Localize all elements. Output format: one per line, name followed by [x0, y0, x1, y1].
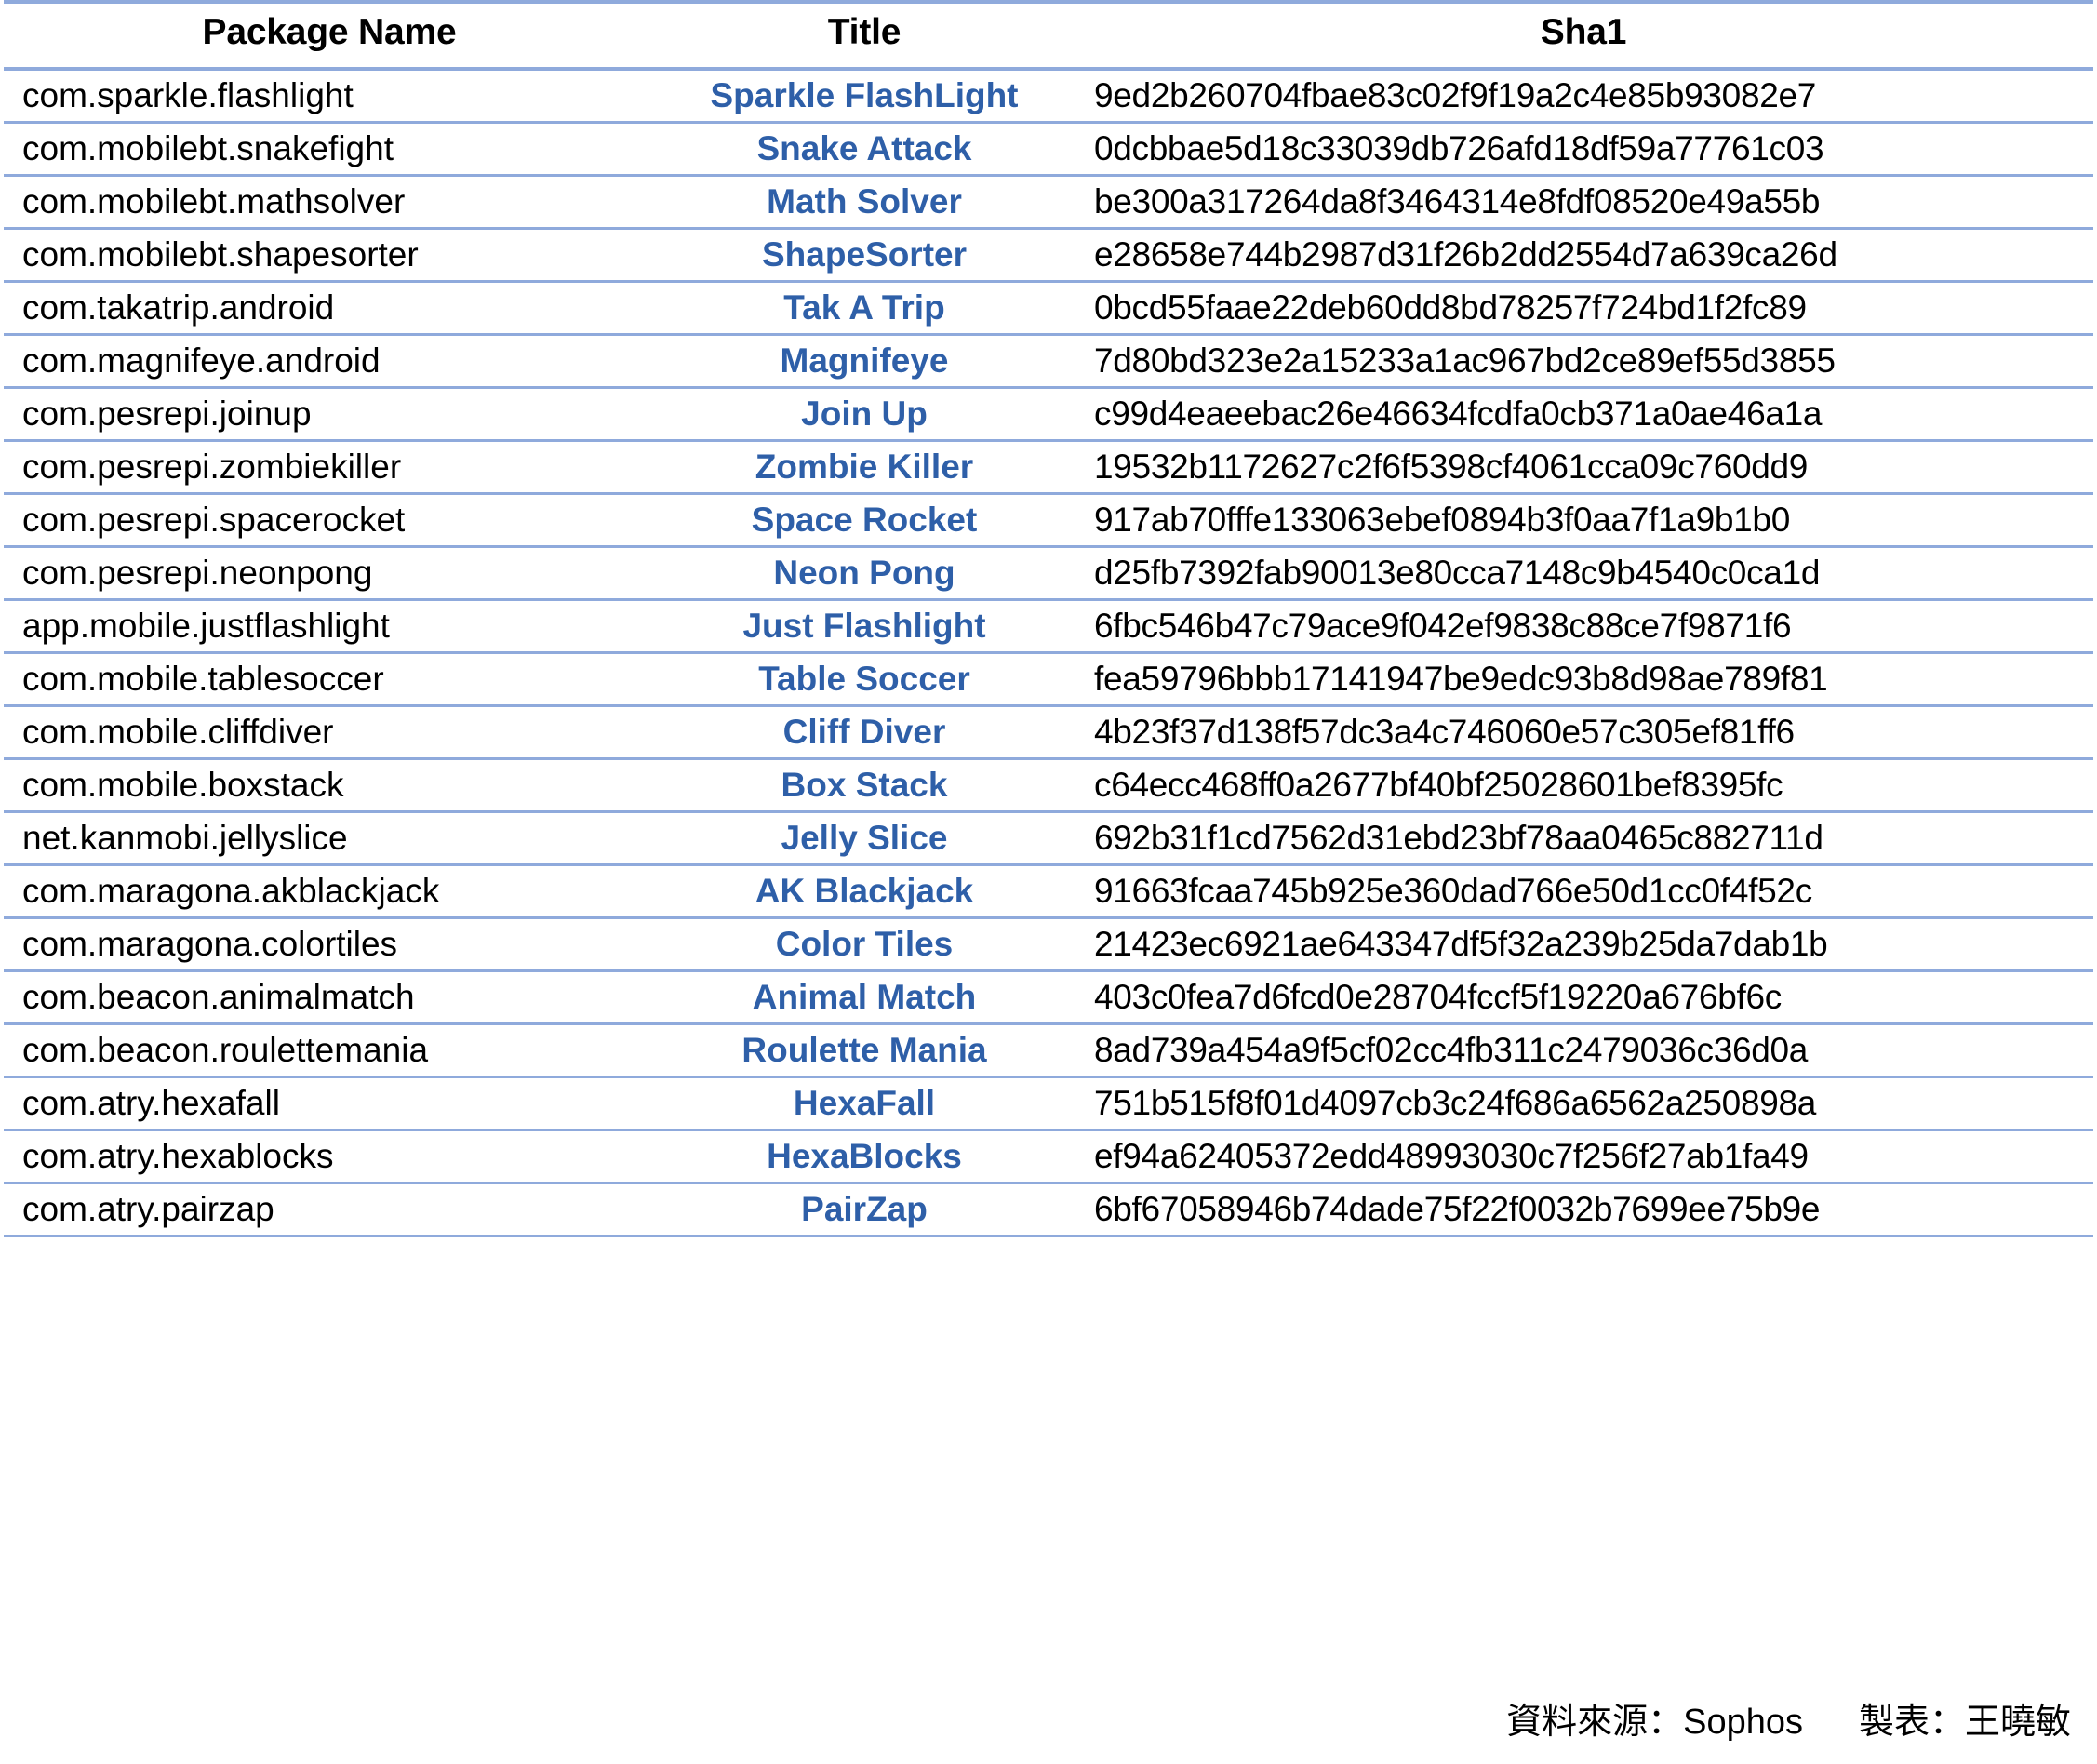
table-row: com.maragona.akblackjack AK Blackjack 9166…: [4, 864, 2093, 919]
package-table: Package Name Title Sha1 com.sparkle.flas…: [4, 0, 2093, 1237]
table-row: com.pesrepi.joinup Join Up c99d4eaeebac26e…: [4, 387, 2093, 442]
table-row: com.mobilebt.shapesorter ShapeSorter e2865…: [4, 228, 2093, 283]
cell-sha1: 0bcd55faae22deb60dd8bd78257f724bd1f2fc89: [1074, 281, 2093, 336]
cell-package-name: com.mobilebt.shapesorter: [4, 228, 655, 283]
column-header-sha1: Sha1: [1074, 0, 2093, 71]
cell-sha1: 6bf67058946b74dade75f22f0032b7699ee75b9e: [1074, 1183, 2093, 1237]
cell-package-name: com.beacon.animalmatch: [4, 970, 655, 1025]
cell-package-name: com.pesrepi.spacerocket: [4, 493, 655, 548]
cell-title: Neon Pong: [655, 546, 1074, 601]
table-row: com.pesrepi.neonpong Neon Pong d25fb7392fa…: [4, 546, 2093, 601]
cell-sha1: 19532b1172627c2f6f5398cf4061cca09c760dd9: [1074, 440, 2093, 495]
cell-title: Just Flashlight: [655, 599, 1074, 654]
footer-caption: 資料來源：Sophos 製表：王曉敏: [1506, 1692, 2071, 1744]
cell-sha1: d25fb7392fab90013e80cca7148c9b4540c0ca1d: [1074, 546, 2093, 601]
cell-sha1: 7d80bd323e2a15233a1ac967bd2ce89ef55d3855: [1074, 334, 2093, 389]
table-row: com.atry.hexablocks HexaBlocks ef94a624053…: [4, 1129, 2093, 1184]
cell-package-name: com.mobile.cliffdiver: [4, 705, 655, 760]
table-row: app.mobile.justflashlight Just Flashlight…: [4, 599, 2093, 654]
cell-sha1: 751b515f8f01d4097cb3c24f686a6562a250898a: [1074, 1076, 2093, 1131]
column-header-title: Title: [655, 0, 1074, 71]
table-row: com.mobile.tablesoccer Table Soccer fea597…: [4, 652, 2093, 707]
cell-sha1: 403c0fea7d6fcd0e28704fccf5f19220a676bf6c: [1074, 970, 2093, 1025]
cell-package-name: com.pesrepi.neonpong: [4, 546, 655, 601]
cell-package-name: com.atry.pairzap: [4, 1183, 655, 1237]
cell-package-name: com.mobile.boxstack: [4, 758, 655, 813]
table-row: com.beacon.roulettemania Roulette Mania 8a…: [4, 1023, 2093, 1078]
table-sheet: Package Name Title Sha1 com.sparkle.flas…: [0, 0, 2097, 1764]
cell-package-name: com.magnifeye.android: [4, 334, 655, 389]
table-row: com.maragona.colortiles Color Tiles 21423e…: [4, 917, 2093, 972]
cell-package-name: com.atry.hexafall: [4, 1076, 655, 1131]
cell-package-name: com.pesrepi.zombiekiller: [4, 440, 655, 495]
cell-package-name: com.mobile.tablesoccer: [4, 652, 655, 707]
cell-title: Animal Match: [655, 970, 1074, 1025]
cell-sha1: 91663fcaa745b925e360dad766e50d1cc0f4f52c: [1074, 864, 2093, 919]
cell-title: Tak A Trip: [655, 281, 1074, 336]
table-row: com.mobile.boxstack Box Stack c64ecc468ff0…: [4, 758, 2093, 813]
cell-package-name: net.kanmobi.jellyslice: [4, 811, 655, 866]
cell-package-name: com.takatrip.android: [4, 281, 655, 336]
cell-sha1: c99d4eaeebac26e46634fcdfa0cb371a0ae46a1a: [1074, 387, 2093, 442]
table-row: net.kanmobi.jellyslice Jelly Slice 692b31f…: [4, 811, 2093, 866]
cell-package-name: app.mobile.justflashlight: [4, 599, 655, 654]
cell-title: AK Blackjack: [655, 864, 1074, 919]
table-row: com.mobilebt.mathsolver Math Solver be300a…: [4, 175, 2093, 230]
cell-title: Cliff Diver: [655, 705, 1074, 760]
cell-title: HexaFall: [655, 1076, 1074, 1131]
table-row: com.takatrip.android Tak A Trip 0bcd55faae…: [4, 281, 2093, 336]
cell-title: Snake Attack: [655, 122, 1074, 177]
table-row: com.sparkle.flashlight Sparkle FlashLight…: [4, 69, 2093, 124]
footer-author: 製表：王曉敏: [1858, 1703, 2071, 1742]
cell-sha1: 4b23f37d138f57dc3a4c746060e57c305ef81ff6: [1074, 705, 2093, 760]
cell-sha1: be300a317264da8f3464314e8fdf08520e49a55b: [1074, 175, 2093, 230]
cell-title: Space Rocket: [655, 493, 1074, 548]
cell-package-name: com.pesrepi.joinup: [4, 387, 655, 442]
cell-package-name: com.maragona.colortiles: [4, 917, 655, 972]
cell-title: Box Stack: [655, 758, 1074, 813]
cell-sha1: 21423ec6921ae643347df5f32a239b25da7dab1b: [1074, 917, 2093, 972]
table-header: Package Name Title Sha1: [4, 0, 2093, 71]
table-row: com.pesrepi.zombiekiller Zombie Killer 195…: [4, 440, 2093, 495]
footer-source: 資料來源：Sophos: [1506, 1703, 1803, 1742]
cell-sha1: 917ab70fffe133063ebef0894b3f0aa7f1a9b1b0: [1074, 493, 2093, 548]
cell-sha1: e28658e744b2987d31f26b2dd2554d7a639ca26d: [1074, 228, 2093, 283]
cell-sha1: 692b31f1cd7562d31ebd23bf78aa0465c882711d: [1074, 811, 2093, 866]
cell-sha1: 6fbc546b47c79ace9f042ef9838c88ce7f9871f6: [1074, 599, 2093, 654]
cell-title: Jelly Slice: [655, 811, 1074, 866]
cell-title: Table Soccer: [655, 652, 1074, 707]
cell-package-name: com.mobilebt.snakefight: [4, 122, 655, 177]
table-row: com.mobile.cliffdiver Cliff Diver 4b23f37d…: [4, 705, 2093, 760]
table-row: com.atry.hexafall HexaFall 751b515f8f01d40…: [4, 1076, 2093, 1131]
cell-sha1: c64ecc468ff0a2677bf40bf25028601bef8395fc: [1074, 758, 2093, 813]
cell-sha1: fea59796bbb17141947be9edc93b8d98ae789f81: [1074, 652, 2093, 707]
cell-package-name: com.mobilebt.mathsolver: [4, 175, 655, 230]
cell-package-name: com.sparkle.flashlight: [4, 69, 655, 124]
cell-sha1: ef94a62405372edd48993030c7f256f27ab1fa49: [1074, 1129, 2093, 1184]
cell-title: Join Up: [655, 387, 1074, 442]
header-row: Package Name Title Sha1: [4, 0, 2093, 71]
cell-package-name: com.maragona.akblackjack: [4, 864, 655, 919]
cell-sha1: 8ad739a454a9f5cf02cc4fb311c2479036c36d0a: [1074, 1023, 2093, 1078]
cell-sha1: 0dcbbae5d18c33039db726afd18df59a77761c03: [1074, 122, 2093, 177]
cell-sha1: 9ed2b260704fbae83c02f9f19a2c4e85b93082e7: [1074, 69, 2093, 124]
cell-title: ShapeSorter: [655, 228, 1074, 283]
table-row: com.magnifeye.android Magnifeye 7d80bd323e…: [4, 334, 2093, 389]
column-header-package-name: Package Name: [4, 0, 655, 71]
cell-title: Color Tiles: [655, 917, 1074, 972]
cell-title: Math Solver: [655, 175, 1074, 230]
cell-title: Sparkle FlashLight: [655, 69, 1074, 124]
table-row: com.pesrepi.spacerocket Space Rocket 917ab…: [4, 493, 2093, 548]
cell-title: HexaBlocks: [655, 1129, 1074, 1184]
table-row: com.beacon.animalmatch Animal Match 403c0f…: [4, 970, 2093, 1025]
cell-package-name: com.atry.hexablocks: [4, 1129, 655, 1184]
cell-title: PairZap: [655, 1183, 1074, 1237]
table-row: com.atry.pairzap PairZap 6bf67058946b74dad…: [4, 1183, 2093, 1237]
cell-title: Magnifeye: [655, 334, 1074, 389]
table-row: com.mobilebt.snakefight Snake Attack 0dcbb…: [4, 122, 2093, 177]
cell-package-name: com.beacon.roulettemania: [4, 1023, 655, 1078]
cell-title: Roulette Mania: [655, 1023, 1074, 1078]
cell-title: Zombie Killer: [655, 440, 1074, 495]
table-body: com.sparkle.flashlight Sparkle FlashLight…: [4, 69, 2093, 1237]
